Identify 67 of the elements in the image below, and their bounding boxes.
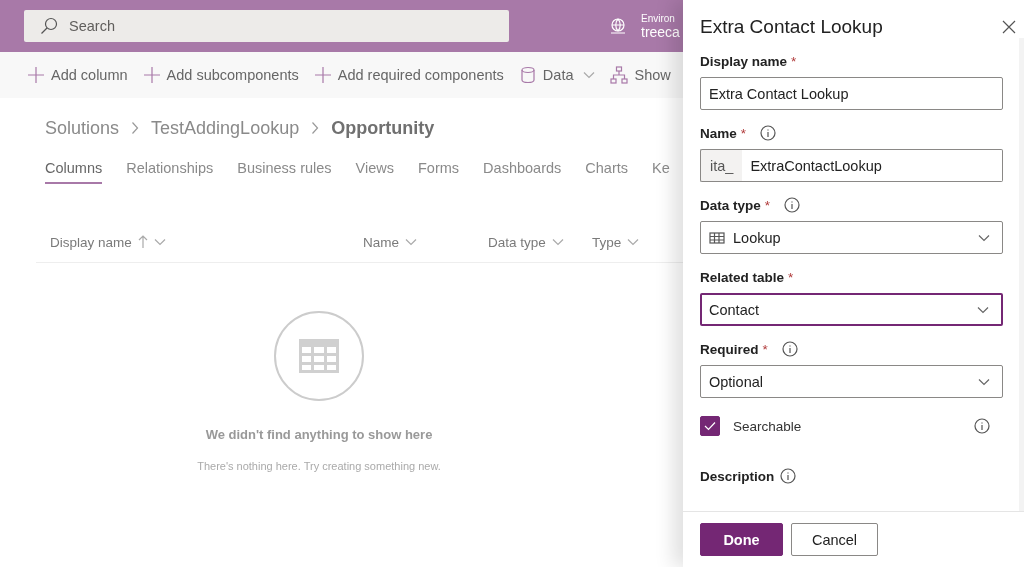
- dropdown[interactable]: Lookup: [700, 221, 1003, 254]
- chevron-down-icon: [405, 238, 417, 246]
- hierarchy-icon: [610, 66, 629, 84]
- checkmark-icon: [704, 421, 716, 431]
- plus-icon: [142, 66, 161, 84]
- breadcrumb-item[interactable]: TestAddingLookup: [151, 117, 300, 139]
- checkbox-label: Searchable: [733, 418, 803, 434]
- cancel-button[interactable]: Cancel: [791, 523, 878, 556]
- dropdown[interactable]: Optional: [700, 365, 1003, 398]
- field-label: Display name: [700, 53, 788, 69]
- field-label: Name: [700, 125, 737, 141]
- field-label: Related table: [700, 269, 785, 285]
- plus-icon: [313, 66, 332, 84]
- empty-state-message: There's nothing here. Try creating something new.: [197, 460, 441, 472]
- breadcrumb-item: Opportunity: [331, 117, 435, 139]
- required-mark: *: [788, 269, 794, 285]
- required-mark: *: [764, 197, 771, 213]
- required-mark: *: [762, 341, 768, 357]
- breadcrumb-item[interactable]: Solutions: [45, 117, 120, 139]
- chevron-down-icon: [583, 71, 596, 79]
- close-icon: [1002, 20, 1016, 34]
- tab[interactable]: Business rules: [237, 154, 332, 184]
- empty-state-title: We didn't find anything to show here: [205, 427, 433, 442]
- field-label: Required: [700, 341, 759, 357]
- chevron-down-icon: [551, 238, 564, 246]
- toolbar-button[interactable]: Add subcomponents: [137, 66, 307, 84]
- chevron-right-icon: [131, 121, 140, 135]
- required-mark: *: [791, 53, 797, 69]
- tab[interactable]: Columns: [45, 154, 103, 184]
- tab[interactable]: Views: [355, 154, 394, 184]
- grid-icon: [709, 231, 725, 244]
- globe-icon: [609, 17, 627, 35]
- plus-icon: [27, 66, 45, 84]
- text-field[interactable]: Extra Contact Lookup: [700, 77, 1003, 110]
- chevron-down-icon: [978, 377, 990, 386]
- tab[interactable]: Relationships: [126, 154, 214, 184]
- toolbar-button[interactable]: Add column: [22, 66, 136, 84]
- search-field[interactable]: Search: [24, 10, 509, 42]
- search-icon: [40, 17, 58, 35]
- field-label: Data type: [700, 197, 761, 213]
- checkbox[interactable]: [700, 416, 720, 436]
- column-header[interactable]: Name: [349, 234, 474, 250]
- chevron-right-icon: [311, 121, 320, 135]
- sort-up-arrow-icon: [137, 235, 148, 249]
- chevron-down-icon: [627, 238, 640, 246]
- column-header[interactable]: Data type: [474, 234, 578, 250]
- panel-title: Extra Contact Lookup: [700, 16, 883, 38]
- tab[interactable]: Ke: [652, 154, 670, 184]
- toolbar-button[interactable]: Add required components: [308, 66, 512, 84]
- tab[interactable]: Forms: [418, 154, 460, 184]
- toolbar-button[interactable]: Show: [605, 66, 679, 84]
- toolbar-button[interactable]: Data: [513, 66, 604, 84]
- tab[interactable]: Dashboards: [483, 154, 562, 184]
- field-label: Description: [700, 468, 775, 484]
- chevron-down-icon: [153, 238, 166, 246]
- dropdown[interactable]: Contact: [700, 293, 1003, 326]
- tab[interactable]: Charts: [585, 154, 628, 184]
- done-button[interactable]: Done: [700, 523, 783, 556]
- chevron-down-icon: [977, 305, 989, 314]
- column-header[interactable]: Type: [578, 234, 640, 250]
- environment-label: Environ: [641, 12, 676, 24]
- required-mark: *: [740, 125, 747, 141]
- table-icon: [298, 338, 340, 374]
- cylinder-icon: [518, 66, 537, 84]
- chevron-down-icon: [978, 233, 990, 242]
- column-header[interactable]: Display name: [36, 234, 349, 250]
- environment-name[interactable]: treeca: [641, 23, 680, 40]
